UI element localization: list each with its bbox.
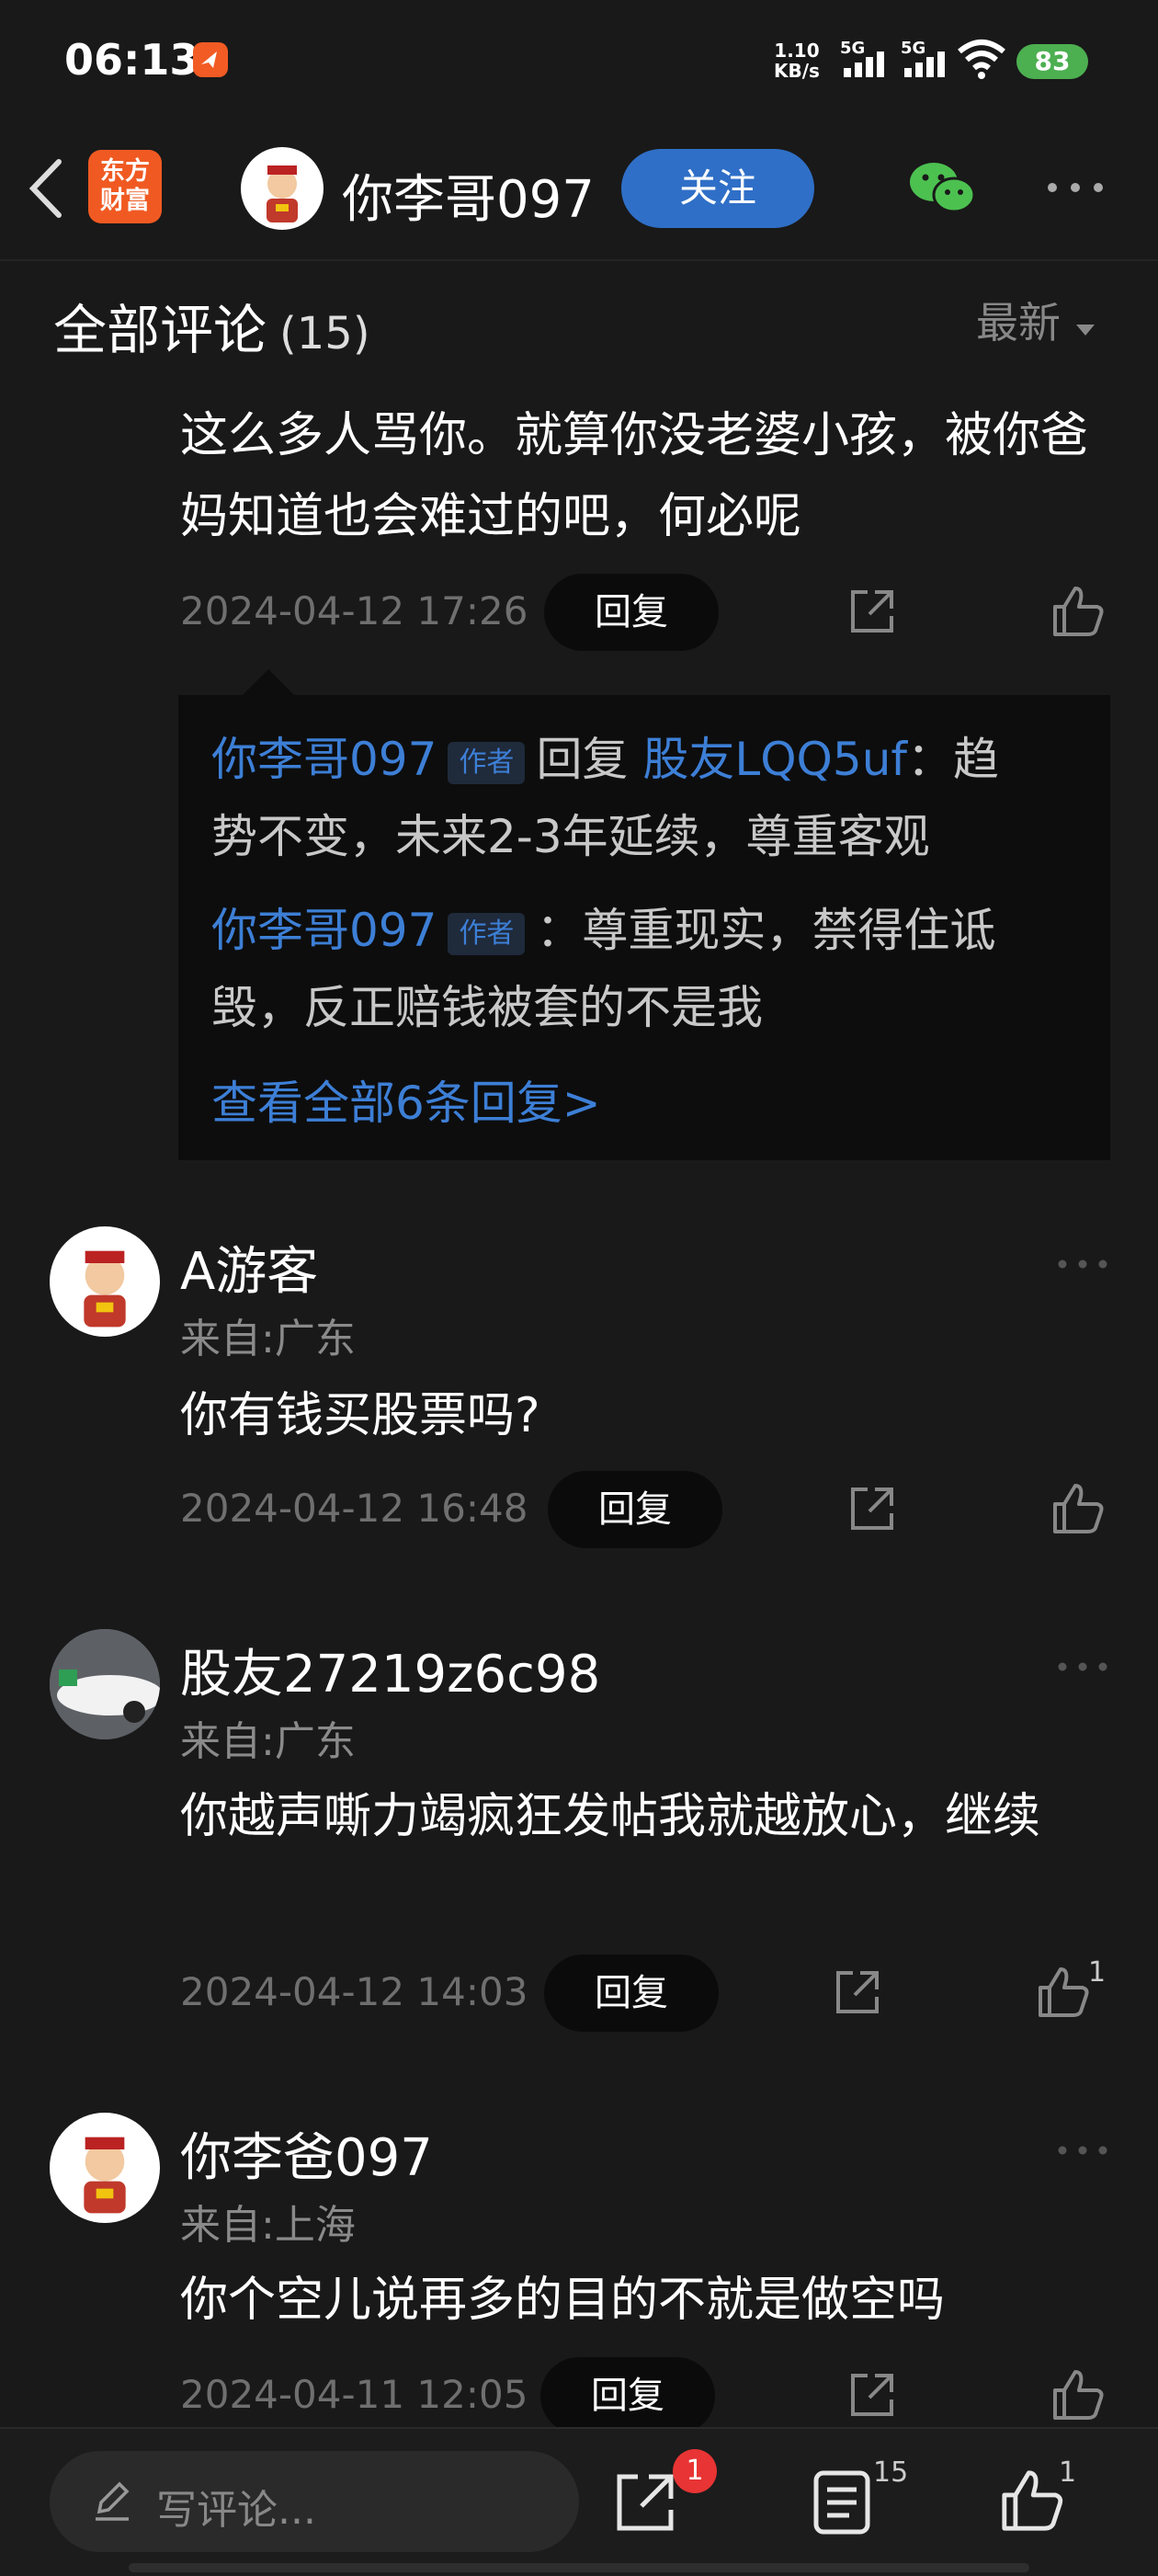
like-post-icon[interactable] xyxy=(1000,2468,1064,2537)
comment-time: 2024-04-12 17:26 xyxy=(180,588,528,633)
like-icon[interactable] xyxy=(1037,1966,1090,2019)
comment-username[interactable]: A游客 xyxy=(180,1230,318,1305)
user-avatar[interactable] xyxy=(50,1226,160,1337)
like-icon[interactable] xyxy=(1051,1482,1105,1535)
view-all-replies-link[interactable]: 查看全部6条回复> xyxy=(211,1066,601,1133)
comment-text: 你有钱买股票吗? xyxy=(180,1388,540,1443)
comment-placeholder: 写评论... xyxy=(156,2487,316,2534)
network-speed: 1.10 KB/s xyxy=(774,40,820,81)
comment-username[interactable]: 你李爸097 xyxy=(180,2116,433,2191)
share-badge: 1 xyxy=(673,2449,717,2493)
sim1-label: 5G xyxy=(840,39,866,58)
section-title-text: 全部评论 xyxy=(53,299,267,361)
status-time: 06:13 xyxy=(64,35,199,85)
battery-indicator: 83 xyxy=(1016,44,1088,79)
write-comment-input[interactable]: 写评论... xyxy=(50,2451,579,2552)
like-icon[interactable] xyxy=(1051,2368,1105,2422)
reply-item: 你李哥097 作者 ：尊重现实，禁得住诋 xyxy=(211,892,1084,969)
comment-username[interactable]: 股友27219z6c98 xyxy=(180,1633,600,1707)
wechat-share-icon[interactable] xyxy=(908,158,978,221)
author-tag: 作者 xyxy=(448,912,526,955)
author-name[interactable]: 你李哥097 xyxy=(342,158,595,233)
reply-verb: 回复 xyxy=(536,733,629,786)
comment-text: 你越声嘶力竭疯狂发帖我就越放心，继续 xyxy=(180,1789,1041,1844)
app-logo[interactable]: 东方 财富 xyxy=(88,150,162,223)
comment-location: 来自:上海 xyxy=(180,2202,356,2249)
comment-text: 这么多人骂你。就算你没老婆小孩，被你爸妈知道也会难过的吧，何必呢 xyxy=(180,408,1089,544)
user-avatar[interactable] xyxy=(50,2113,160,2223)
status-bar: 06:13 1.10 KB/s 5G 5G 83 xyxy=(0,0,1158,124)
comment-time: 2024-04-11 12:05 xyxy=(180,2372,528,2417)
comment-location: 来自:广东 xyxy=(180,1316,356,1362)
notification-app-icon xyxy=(193,42,228,77)
app-logo-line1: 东方 xyxy=(100,157,150,186)
signal-sim1-icon: 5G xyxy=(840,39,890,81)
share-icon[interactable] xyxy=(833,1967,882,2017)
follow-button[interactable]: 关注 xyxy=(621,149,814,228)
reply-author[interactable]: 你李哥097 xyxy=(211,904,437,957)
share-post-icon[interactable] xyxy=(612,2469,678,2539)
net-speed-value: 1.10 xyxy=(774,40,820,62)
author-tag: 作者 xyxy=(448,741,526,784)
signal-sim2-icon: 5G xyxy=(901,39,950,81)
pen-icon xyxy=(96,2481,130,2521)
reply-button[interactable]: 回复 xyxy=(540,2357,715,2434)
comment-more-icon[interactable] xyxy=(1057,1256,1108,1273)
reply-button[interactable]: 回复 xyxy=(548,1471,722,1548)
comments-count-badge: 15 xyxy=(873,2456,909,2489)
reply-target[interactable]: 股友LQQ5uf xyxy=(642,733,907,786)
reply-text-continued: 毁，反正赔钱被套的不是我 xyxy=(211,981,763,1034)
reply-text: ：趋 xyxy=(907,733,1000,786)
reply-text-continued: 势不变，未来2-3年延续，尊重客观 xyxy=(211,810,930,863)
reply-item: 你李哥097 作者 回复 股友LQQ5uf：趋 xyxy=(211,721,1084,798)
caret-down-icon xyxy=(1075,325,1095,336)
sort-dropdown[interactable]: 最新 xyxy=(976,290,1096,350)
share-icon[interactable] xyxy=(847,587,897,636)
sim2-label: 5G xyxy=(901,39,926,58)
comment-time: 2024-04-12 14:03 xyxy=(180,1969,528,2014)
home-indicator xyxy=(129,2563,1029,2572)
likes-count-badge: 1 xyxy=(1059,2456,1077,2489)
comments-section-title: 全部评论 (15) xyxy=(53,287,370,364)
author-avatar[interactable] xyxy=(241,147,324,230)
reply-button[interactable]: 回复 xyxy=(544,1955,719,2032)
reply-box-pointer xyxy=(243,669,294,695)
wifi-icon xyxy=(956,37,1007,85)
comment-time: 2024-04-12 16:48 xyxy=(180,1486,528,1531)
back-button[interactable] xyxy=(26,156,66,224)
user-avatar[interactable] xyxy=(50,1629,160,1739)
like-icon[interactable] xyxy=(1051,585,1105,638)
share-icon[interactable] xyxy=(847,1484,897,1533)
reply-button[interactable]: 回复 xyxy=(544,574,719,651)
comment-text: 你个空儿说再多的目的不就是做空吗 xyxy=(180,2273,946,2328)
comment-more-icon[interactable] xyxy=(1057,1658,1108,1676)
comments-count: (15) xyxy=(279,308,370,359)
share-icon[interactable] xyxy=(847,2370,897,2420)
app-logo-line2: 财富 xyxy=(100,187,150,215)
header-divider xyxy=(0,259,1158,261)
reply-author[interactable]: 你李哥097 xyxy=(211,733,437,786)
comment-more-icon[interactable] xyxy=(1057,2142,1108,2160)
more-options-icon[interactable] xyxy=(1046,180,1105,198)
reply-text: ：尊重现实，禁得住诋 xyxy=(536,904,996,957)
comment-location: 来自:广东 xyxy=(180,1718,356,1765)
net-speed-unit: KB/s xyxy=(774,60,820,82)
sort-label: 最新 xyxy=(976,298,1061,348)
like-count: 1 xyxy=(1088,1956,1107,1989)
comments-list-icon[interactable] xyxy=(812,2469,871,2539)
